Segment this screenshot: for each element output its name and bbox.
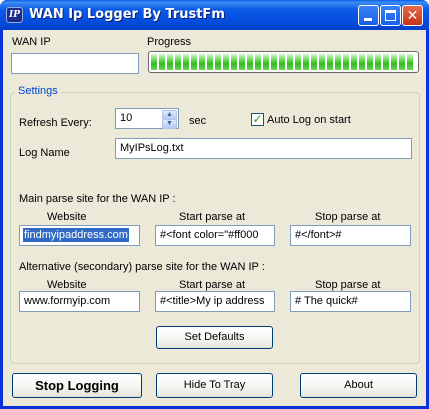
- progress-block: [271, 54, 277, 70]
- alt-site-heading: Alternative (secondary) parse site for t…: [19, 261, 265, 273]
- progress-block: [375, 54, 381, 70]
- main-site-heading: Main parse site for the WAN IP :: [19, 193, 176, 205]
- progress-block: [255, 54, 261, 70]
- app-window: IP WAN Ip Logger By TrustFm ✕ WAN IP Pro…: [0, 0, 429, 409]
- progress-block: [199, 54, 205, 70]
- client-area: WAN IP Progress Settings Refresh Every: …: [3, 30, 426, 406]
- progress-block: [391, 54, 397, 70]
- auto-log-label[interactable]: Auto Log on start: [267, 114, 351, 126]
- maximize-icon: [385, 10, 396, 21]
- main-col-website: Website: [47, 211, 87, 223]
- progress-block: [359, 54, 365, 70]
- hide-to-tray-button[interactable]: Hide To Tray: [156, 373, 273, 398]
- progress-block: [215, 54, 221, 70]
- alt-col-stop: Stop parse at: [315, 279, 381, 291]
- spin-down-icon[interactable]: ▼: [162, 119, 177, 129]
- title-bar[interactable]: IP WAN Ip Logger By TrustFm ✕: [0, 0, 429, 30]
- progress-block: [223, 54, 229, 70]
- about-button[interactable]: About: [300, 373, 417, 398]
- close-icon: ✕: [406, 7, 419, 23]
- close-button[interactable]: ✕: [402, 5, 423, 26]
- alt-col-start: Start parse at: [179, 279, 246, 291]
- window-title: WAN Ip Logger By TrustFm: [29, 7, 225, 22]
- app-ip-icon: IP: [6, 7, 23, 23]
- progress-block: [407, 54, 413, 70]
- minimize-button[interactable]: [358, 5, 379, 26]
- progress-block: [175, 54, 181, 70]
- progress-block: [167, 54, 173, 70]
- refresh-label: Refresh Every:: [19, 117, 92, 129]
- progress-block: [367, 54, 373, 70]
- progress-block: [159, 54, 165, 70]
- set-defaults-button[interactable]: Set Defaults: [156, 326, 273, 349]
- progress-bar: [148, 51, 419, 73]
- auto-log-checkbox[interactable]: ✓: [251, 113, 264, 126]
- minimize-icon: [364, 18, 372, 21]
- main-stop-field[interactable]: #</font>#: [290, 225, 411, 246]
- wan-ip-label: WAN IP: [12, 36, 51, 48]
- main-start-field[interactable]: #<font color="#ff000: [155, 225, 275, 246]
- progress-block: [327, 54, 333, 70]
- main-website-field[interactable]: findmyipaddress.com: [19, 225, 140, 246]
- alt-website-field[interactable]: www.formyip.com: [19, 291, 140, 312]
- progress-block: [295, 54, 301, 70]
- refresh-unit-label: sec: [189, 115, 207, 127]
- progress-block: [383, 54, 389, 70]
- progress-block: [151, 54, 157, 70]
- progress-block: [351, 54, 357, 70]
- log-name-field[interactable]: MyIPsLog.txt: [115, 138, 412, 159]
- check-icon: ✓: [252, 112, 263, 126]
- alt-col-website: Website: [47, 279, 87, 291]
- progress-block: [287, 54, 293, 70]
- main-col-start: Start parse at: [179, 211, 246, 223]
- log-name-label: Log Name: [19, 147, 70, 159]
- alt-start-field[interactable]: #<title>My ip address: [155, 291, 275, 312]
- progress-block: [239, 54, 245, 70]
- progress-block: [263, 54, 269, 70]
- progress-block: [335, 54, 341, 70]
- wan-ip-field[interactable]: [11, 53, 139, 74]
- main-website-selected-text: findmyipaddress.com: [23, 228, 129, 242]
- progress-block: [247, 54, 253, 70]
- settings-group-label: Settings: [15, 85, 61, 97]
- progress-block: [279, 54, 285, 70]
- main-col-stop: Stop parse at: [315, 211, 381, 223]
- progress-block: [343, 54, 349, 70]
- progress-block: [191, 54, 197, 70]
- progress-block: [399, 54, 405, 70]
- progress-label: Progress: [147, 36, 192, 48]
- progress-block: [207, 54, 213, 70]
- maximize-button[interactable]: [380, 5, 401, 26]
- stop-logging-button[interactable]: Stop Logging: [12, 373, 142, 398]
- progress-block: [311, 54, 317, 70]
- progress-block: [231, 54, 237, 70]
- progress-block: [183, 54, 189, 70]
- progress-block: [303, 54, 309, 70]
- progress-block: [319, 54, 325, 70]
- alt-stop-field[interactable]: # The quick#: [290, 291, 411, 312]
